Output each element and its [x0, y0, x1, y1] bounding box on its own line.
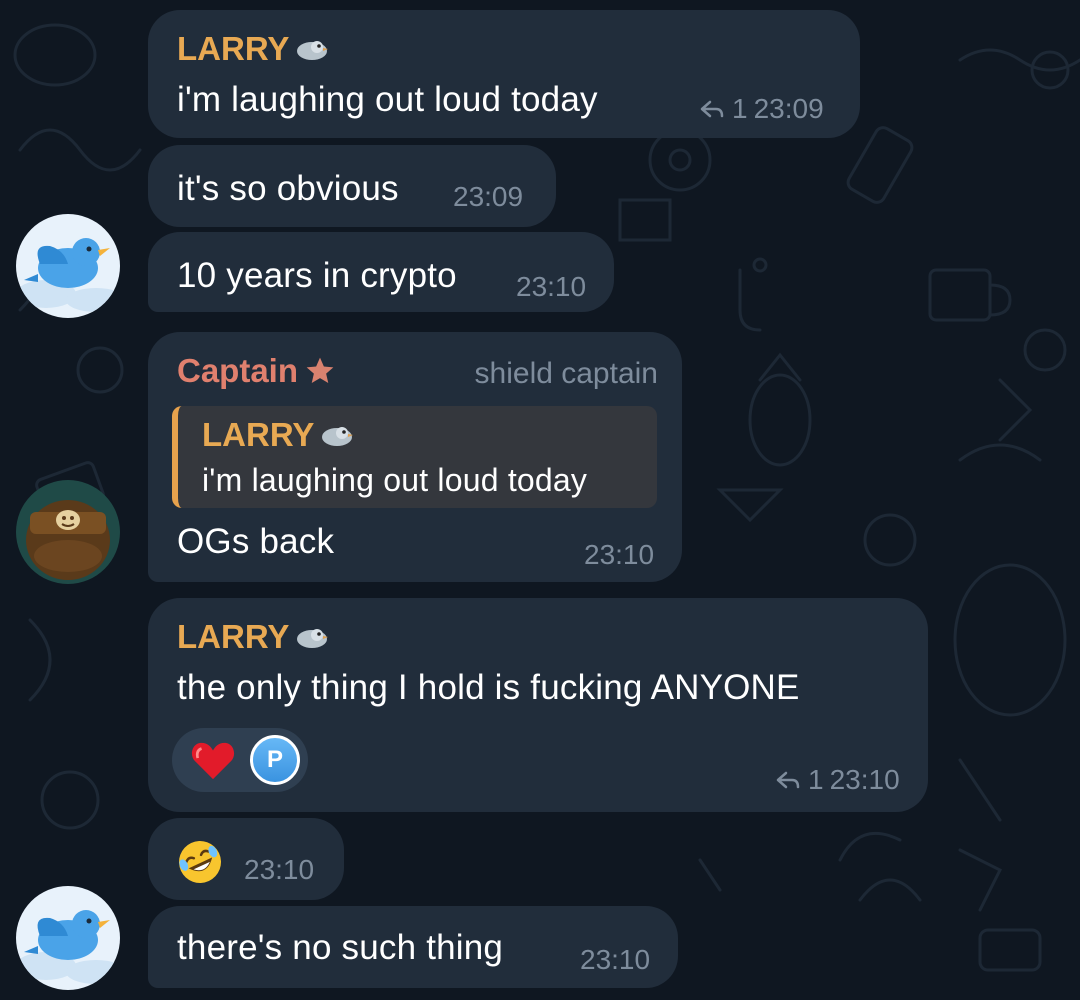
timestamp: 23:09: [753, 93, 824, 124]
reply-icon: [776, 771, 800, 789]
message-text: there's no such thing: [177, 928, 504, 967]
star-icon: [306, 357, 334, 383]
quote-sender: LARRY: [202, 418, 354, 451]
timestamp: 23:09: [453, 181, 524, 212]
message-bubble[interactable]: it's so obvious 23:09: [148, 145, 556, 227]
reply-count: 1: [808, 764, 824, 795]
message-text: 10 years in crypto: [177, 256, 457, 295]
message-meta[interactable]: 1 23:09: [698, 95, 824, 123]
message-meta[interactable]: 1 23:10: [774, 766, 900, 794]
message-text: i'm laughing out loud today: [177, 80, 598, 119]
sender-name[interactable]: LARRY: [177, 620, 329, 653]
timestamp: 23:10: [584, 539, 655, 570]
red-heart-emoji-icon: [191, 742, 235, 780]
message-bubble[interactable]: Captain shield captain LARRY i'm laughin…: [148, 332, 682, 582]
message-bubble[interactable]: LARRY the only thing I hold is fucking A…: [148, 598, 928, 812]
message-text: the only thing I hold is fucking ANYONE: [177, 668, 800, 707]
timestamp: 23:10: [244, 854, 315, 885]
reply-icon: [700, 100, 724, 118]
message-bubble[interactable]: 10 years in crypto 23:10: [148, 232, 614, 312]
message-bubble[interactable]: 23:10: [148, 818, 344, 900]
reply-count: 1: [732, 93, 748, 124]
pigeon-emoji-icon: [297, 628, 329, 648]
timestamp: 23:10: [829, 764, 900, 795]
reactor-avatar: P: [250, 735, 300, 785]
rolling-on-floor-laughing-emoji-icon: [179, 841, 221, 883]
ape-avatar[interactable]: [16, 480, 120, 584]
pigeon-emoji-icon: [297, 40, 329, 60]
sender-name[interactable]: LARRY: [177, 32, 329, 65]
bird-avatar[interactable]: [16, 214, 120, 318]
quote-text: i'm laughing out loud today: [202, 462, 588, 498]
bird-avatar[interactable]: [16, 886, 120, 990]
sender-name[interactable]: Captain: [177, 354, 336, 387]
reply-quote[interactable]: LARRY i'm laughing out loud today: [172, 406, 657, 508]
timestamp: 23:10: [516, 271, 587, 302]
message-text: it's so obvious: [177, 169, 399, 208]
reaction-chip[interactable]: P: [172, 728, 308, 792]
pigeon-emoji-icon: [322, 426, 354, 446]
timestamp: 23:10: [580, 944, 651, 975]
message-text: OGs back: [177, 522, 335, 561]
admin-title: shield captain: [474, 357, 658, 390]
message-bubble[interactable]: there's no such thing 23:10: [148, 906, 678, 988]
message-bubble[interactable]: LARRY i'm laughing out loud today 1 23:0…: [148, 10, 860, 138]
